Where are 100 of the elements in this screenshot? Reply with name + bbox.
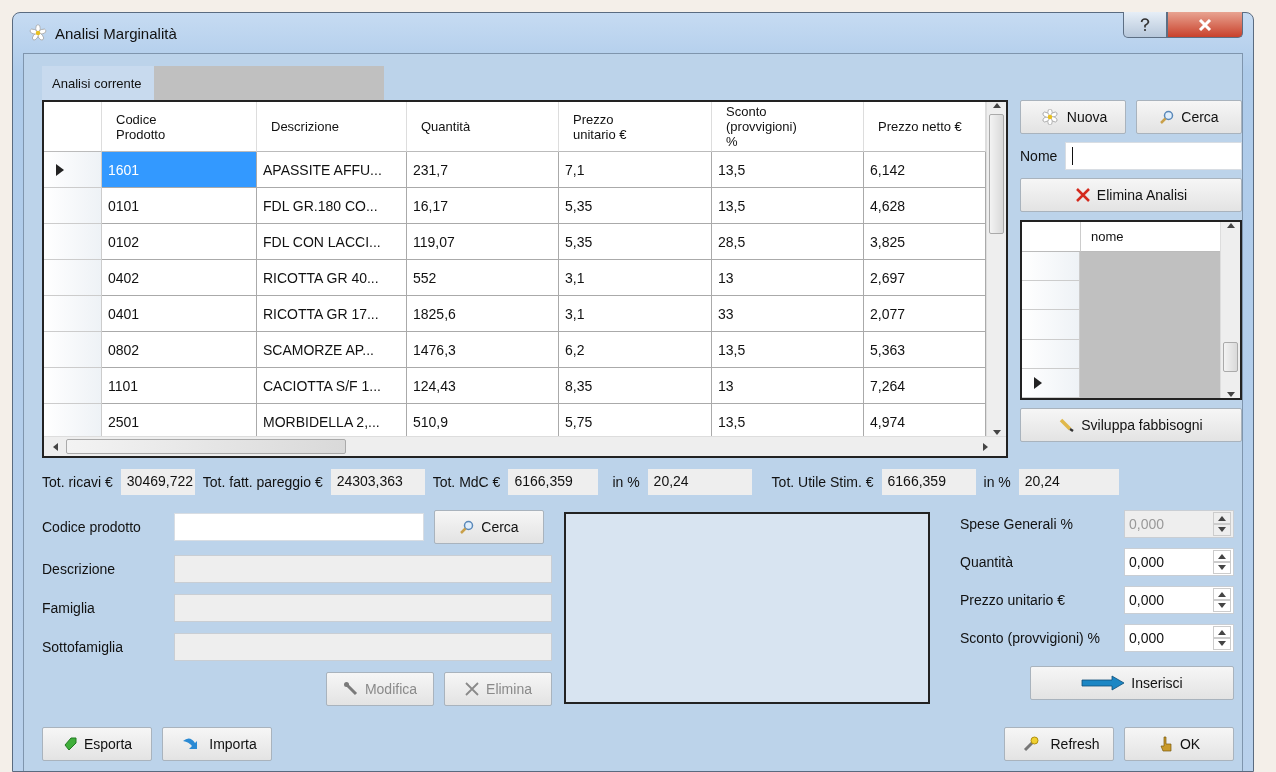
table-cell: SCAMORZE AP...: [257, 332, 407, 368]
table-cell: 119,07: [407, 224, 559, 260]
scroll-thumb[interactable]: [989, 114, 1004, 234]
table-cell: FDL CON LACCI...: [257, 224, 407, 260]
field-label: Famiglia: [42, 600, 96, 616]
table-cell: 6,142: [864, 152, 986, 188]
scroll-thumb[interactable]: [1223, 342, 1238, 372]
spin-up-icon[interactable]: [1218, 591, 1226, 597]
search-button[interactable]: Cerca: [1136, 100, 1242, 134]
row-header[interactable]: [44, 152, 102, 188]
close-button[interactable]: [1167, 12, 1243, 38]
help-icon: [1140, 17, 1150, 32]
input-field[interactable]: [174, 513, 424, 541]
total-label: Tot. fatt. pareggio €: [202, 474, 323, 490]
table-cell: 2,077: [864, 296, 986, 332]
table-cell: 33: [712, 296, 864, 332]
hand-icon: [1157, 736, 1174, 752]
table-cell: 13,5: [712, 152, 864, 188]
column-header[interactable]: Codice Prodotto: [102, 102, 257, 152]
table-cell: FDL GR.180 CO...: [257, 188, 407, 224]
table-cell: 0401: [102, 296, 257, 332]
spin-down-icon[interactable]: [1218, 603, 1226, 609]
number-spinner[interactable]: 0,000: [1124, 624, 1234, 652]
scroll-thumb[interactable]: [66, 439, 346, 454]
delete-analysis-button[interactable]: Elimina Analisi: [1020, 178, 1242, 212]
arrow-icon: [1081, 675, 1126, 691]
spin-down-icon[interactable]: [1218, 641, 1226, 647]
insert-button[interactable]: Inserisci: [1030, 666, 1234, 700]
column-header[interactable]: Prezzo netto €: [864, 102, 986, 152]
search-icon: [1159, 109, 1176, 125]
row-header[interactable]: [1022, 368, 1080, 398]
table-cell: 0802: [102, 332, 257, 368]
field-label: Sconto (provvigioni) %: [960, 630, 1101, 646]
table-cell: RICOTTA GR 17...: [257, 296, 407, 332]
total-label: in %: [983, 474, 1011, 490]
spin-up-icon[interactable]: [1218, 553, 1226, 559]
wrench-icon: [342, 681, 359, 697]
table-cell: 8,35: [559, 368, 712, 404]
number-spinner[interactable]: 0,000: [1124, 586, 1234, 614]
table-cell: 16,17: [407, 188, 559, 224]
table-cell: 0101: [102, 188, 257, 224]
table-cell: 552: [407, 260, 559, 296]
table-cell: 5,35: [559, 224, 712, 260]
vertical-scrollbar[interactable]: [986, 102, 1006, 436]
close-icon: [1198, 18, 1212, 31]
total-value: 20,24: [1018, 469, 1119, 495]
vertical-scrollbar[interactable]: [1220, 222, 1240, 398]
column-header[interactable]: Prezzo unitario €: [559, 102, 712, 152]
total-value: 30469,722: [120, 469, 195, 495]
field-label: Spese Generali %: [960, 516, 1073, 532]
number-spinner[interactable]: 0,000: [1124, 548, 1234, 576]
window-title: Analisi Marginalità: [55, 24, 177, 42]
scroll-up-icon[interactable]: [1226, 222, 1235, 228]
column-header[interactable]: Quantità: [407, 102, 559, 152]
spin-up-icon[interactable]: [1218, 629, 1226, 635]
scroll-up-icon[interactable]: [992, 102, 1001, 108]
table-cell: 13: [712, 260, 864, 296]
table-cell: 124,43: [407, 368, 559, 404]
ok-button[interactable]: OK: [1124, 727, 1234, 761]
table-cell: 3,1: [559, 260, 712, 296]
horizontal-scrollbar[interactable]: [44, 436, 1006, 456]
total-label: Tot. ricavi €: [42, 474, 113, 490]
table-cell: 28,5: [712, 224, 864, 260]
import-button[interactable]: Importa: [162, 727, 272, 761]
help-button[interactable]: [1123, 12, 1167, 38]
total-value: 6166,359: [508, 469, 599, 495]
table-cell: 1601: [102, 152, 257, 188]
delete-icon: [1074, 187, 1091, 203]
table-cell: 7,264: [864, 368, 986, 404]
search-button[interactable]: Cerca: [434, 510, 544, 544]
table-cell: 5,363: [864, 332, 986, 368]
export-button[interactable]: Esporta: [42, 727, 152, 761]
scroll-right-icon[interactable]: [983, 442, 989, 451]
spin-down-icon[interactable]: [1218, 565, 1226, 571]
total-label: Tot. Utile Stim. €: [771, 474, 874, 490]
table-cell: RICOTTA GR 40...: [257, 260, 407, 296]
table-cell: 1825,6: [407, 296, 559, 332]
table-cell: 1476,3: [407, 332, 559, 368]
table-cell: 13,5: [712, 188, 864, 224]
table-cell: 0402: [102, 260, 257, 296]
scroll-down-icon[interactable]: [1226, 392, 1235, 398]
column-header[interactable]: Descrizione: [257, 102, 407, 152]
column-header[interactable]: Sconto (provvigioni) %: [712, 102, 864, 152]
table-cell: 3,1: [559, 296, 712, 332]
current-analysis-label: Analisi corrente: [42, 66, 154, 100]
table-cell: 231,7: [407, 152, 559, 188]
table-cell: APASSITE AFFU...: [257, 152, 407, 188]
develop-needs-button[interactable]: Sviluppa fabbisogni: [1020, 408, 1242, 442]
total-label: in %: [612, 474, 640, 490]
total-label: Tot. MdC €: [432, 474, 501, 490]
refresh-button[interactable]: Refresh: [1004, 727, 1114, 761]
flower-icon: [29, 24, 47, 42]
table-cell: 2,697: [864, 260, 986, 296]
pencil-icon: [1059, 417, 1076, 433]
table-cell: 13,5: [712, 332, 864, 368]
table-cell: 6,2: [559, 332, 712, 368]
new-button[interactable]: Nuova: [1020, 100, 1126, 134]
scroll-left-icon[interactable]: [52, 442, 58, 451]
table-cell: 4,628: [864, 188, 986, 224]
name-input[interactable]: [1065, 142, 1242, 170]
